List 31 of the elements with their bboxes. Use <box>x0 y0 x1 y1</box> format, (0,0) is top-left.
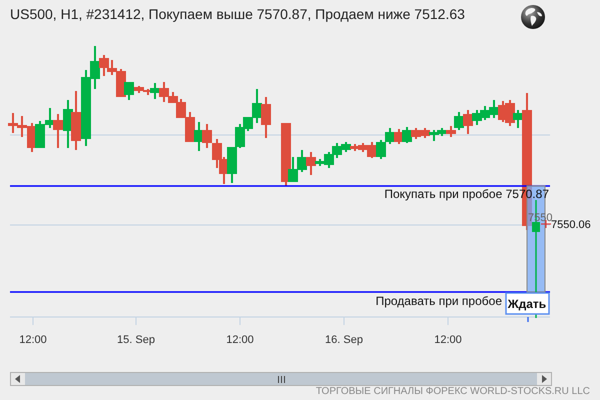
candlestick <box>261 97 271 138</box>
sell-level-label: Продавать при пробое <box>376 294 502 308</box>
candlestick <box>385 128 395 144</box>
candlestick <box>429 130 439 141</box>
grip-icon <box>278 376 284 382</box>
footer-credit: ТОРГОВЫЕ СИГНАЛЫ ФОРЕКС WORLD-STOCKS.RU LLC <box>316 386 590 397</box>
wait-button[interactable]: Ждать <box>505 292 550 315</box>
candlestick <box>17 116 27 137</box>
left-arrow-icon <box>15 375 21 383</box>
axis-label: 12:00 <box>434 334 462 346</box>
candlestick <box>202 124 212 148</box>
right-arrow-icon <box>541 375 547 383</box>
chart-title: US500, H1, #231412, Покупаем выше 7570.87, Продаем ниже 7512.63 <box>10 5 465 24</box>
candlestick <box>489 100 499 118</box>
candlestick <box>71 91 81 150</box>
candlestick <box>376 140 386 159</box>
candlestick <box>480 106 490 120</box>
candlestick <box>297 150 307 172</box>
candlestick <box>35 121 45 148</box>
scroll-left-button[interactable] <box>11 373 25 385</box>
scroll-right-button[interactable] <box>537 373 551 385</box>
axis-label: 12:00 <box>226 334 254 346</box>
axis-label: 16. Sep <box>325 334 363 346</box>
candlestick <box>8 113 18 133</box>
candlestick <box>212 139 222 168</box>
horizontal-scrollbar[interactable] <box>10 372 552 386</box>
candlestick <box>420 128 430 138</box>
current-price-label: 7550.06 <box>551 219 591 231</box>
globe-icon <box>520 4 546 30</box>
axis-label: 15. Sep <box>117 334 155 346</box>
axis-label: 12:00 <box>19 334 47 346</box>
